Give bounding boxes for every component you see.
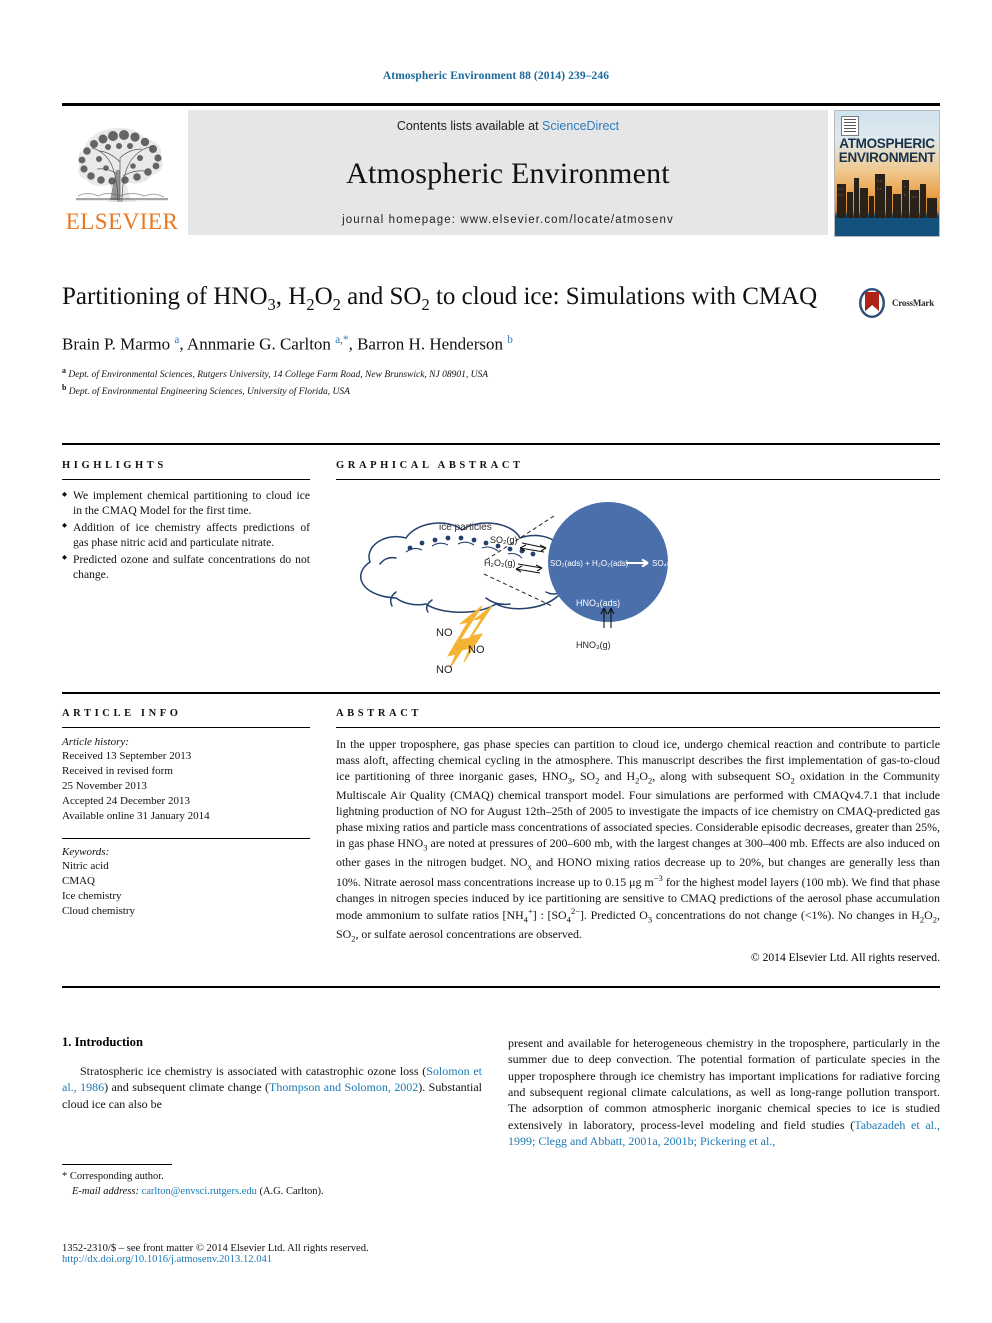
history-line: Available online 31 January 2014 [62,809,210,822]
issn-copyright-line: 1352-2310/$ – see front matter © 2014 El… [62,1243,369,1254]
graphical-abstract-heading: GRAPHICAL ABSTRACT [336,460,524,471]
keyword-item: Cloud chemistry [62,904,136,917]
article-info-section: ARTICLE INFO Article history: Received 1… [62,708,310,919]
section-heading-introduction: 1. Introduction [62,1035,143,1049]
graphical-abstract-figure: ice particles NO NO NO SO₂(g) H₂O₂(g) SO… [336,488,940,676]
abstract-copyright: © 2014 Elsevier Ltd. All rights reserved… [750,950,940,964]
keywords-label: Keywords: [62,845,110,858]
crossmark-label: CrossMark [892,298,935,308]
keyword-item: CMAQ [62,874,96,887]
footnote-divider [62,1164,172,1165]
elsevier-tree-icon [70,118,174,210]
highlights-heading: HIGHLIGHTS [62,460,167,471]
hno3-ads-label: HNO₃(ads) [576,598,620,608]
introduction-column-right: present and available for heterogeneous … [508,1035,940,1149]
list-item: Addition of ice chemistry affects predic… [62,520,310,551]
affiliation-b: b Dept. of Environmental Engineering Sci… [62,383,350,398]
cover-title-line2: ENVIRONMENT [838,149,936,165]
divider-above-highlights [62,443,940,445]
introduction-column-left: 1. Introduction Stratospheric ice chemis… [62,1035,482,1112]
journal-band: Contents lists available at ScienceDirec… [188,110,828,235]
page-title: Partitioning of HNO3, H2O2 and SO2 to cl… [62,283,818,314]
highlights-rule [62,479,310,480]
no-label-3: NO [436,664,453,673]
cloud-ice-partitioning-diagram: ice particles NO NO NO SO₂(g) H₂O₂(g) SO… [360,502,685,676]
corresponding-author-footnote: * Corresponding author. E-mail address: … [62,1164,482,1199]
graphical-abstract-rule [336,479,940,480]
page-footer: 1352-2310/$ – see front matter © 2014 El… [62,1243,662,1265]
email-line: E-mail address: carlton@envsci.rutgers.e… [62,1185,482,1200]
article-info-heading: ARTICLE INFO [62,708,182,719]
h2o2-gas-label: H₂O₂(g) [484,558,516,568]
crossmark-icon [859,288,885,318]
history-line: Received 13 September 2013 [62,750,192,762]
email-link[interactable]: carlton@envsci.rutgers.edu [142,1186,257,1197]
article-info-rule [62,727,310,728]
cover-publisher-mark-icon [841,116,859,136]
highlight-text: We implement chemical partitioning to cl… [73,489,310,518]
sciencedirect-link[interactable]: ScienceDirect [542,119,619,133]
crossmark-badge[interactable]: CrossMark [856,286,942,320]
no-label-2: NO [468,644,485,656]
cover-title: ATMOSPHERIC ENVIRONMENT [835,137,939,165]
no-label-1: NO [436,627,453,639]
cover-cityscape-illustration [835,174,939,236]
affiliation-b-text: Dept. of Environmental Engineering Scien… [68,387,350,398]
so2-gas-label: SO₂(g) [490,535,518,545]
keywords-rule [62,837,310,839]
article-first-page: Atmospheric Environment 88 (2014) 239–24… [0,0,992,1323]
journal-title: Atmospheric Environment [346,156,670,190]
oxidation-product-label: SO₄(ads) [652,559,685,568]
abstract-rule [336,727,940,728]
intro-paragraph-right: present and available for heterogeneous … [508,1036,940,1148]
affiliation-a-text: Dept. of Environmental Sciences, Rutgers… [68,369,489,380]
elsevier-wordmark: ELSEVIER [65,209,179,234]
highlights-list: We implement chemical partitioning to cl… [62,488,310,582]
journal-homepage-link[interactable]: journal homepage: www.elsevier.com/locat… [342,214,674,226]
graphical-abstract-section: GRAPHICAL ABSTRACT ice particles NO NO N… [336,460,940,676]
highlights-section: HIGHLIGHTS We implement chemical partiti… [62,460,310,583]
cover-title-line1: ATMOSPHERIC [839,136,935,151]
article-history-label: Article history: [62,736,129,748]
journal-masthead: ELSEVIER Contents lists available at Sci… [62,103,940,237]
divider-above-article-info [62,692,940,694]
elsevier-logo: ELSEVIER [62,110,182,235]
hno3-gas-label: HNO₃(g) [576,640,611,650]
keyword-item: Nitric acid [62,859,109,872]
history-line: Accepted 24 December 2013 [62,794,190,807]
running-head: Atmospheric Environment 88 (2014) 239–24… [382,70,610,82]
keyword-item: Ice chemistry [62,889,122,902]
highlight-text: Addition of ice chemistry affects predic… [73,520,310,550]
oxidation-reaction-label: SO₂(ads) + H₂O₂(ads) [550,559,629,568]
history-line: 25 November 2013 [62,779,147,792]
journal-cover-thumbnail: ATMOSPHERIC ENVIRONMENT [834,110,940,237]
abstract-heading: ABSTRACT [336,708,422,719]
list-item: Predicted ozone and sulfate concentratio… [62,552,310,583]
doi-link[interactable]: http://dx.doi.org/10.1016/j.atmosenv.201… [62,1254,662,1265]
intro-paragraph-left: Stratospheric ice chemistry is associate… [62,1064,482,1111]
divider-below-abstract [62,986,940,988]
title-block: Partitioning of HNO3, H2O2 and SO2 to cl… [62,282,852,400]
contents-available-line: Contents lists available at ScienceDirec… [397,119,619,133]
ice-particles-label: ice particles [439,522,492,533]
contents-prefix: Contents lists available at [396,119,543,133]
abstract-body: In the upper troposphere, gas phase spec… [336,737,940,944]
abstract-section: ABSTRACT In the upper troposphere, gas p… [336,708,940,964]
highlight-text: Predicted ozone and sulfate concentratio… [73,552,310,582]
history-line: Received in revised form [62,764,173,777]
author-list: Brain P. Marmo a, Annmarie G. Carlton a,… [62,334,513,354]
email-owner: (A.G. Carlton). [259,1185,324,1197]
affiliation-a: a Dept. of Environmental Sciences, Rutge… [62,365,489,380]
affiliations: a Dept. of Environmental Sciences, Rutge… [62,365,852,400]
list-item: We implement chemical partitioning to cl… [62,488,310,519]
corresponding-author-line: * Corresponding author. [62,1171,164,1182]
email-label: E-mail address: [72,1185,139,1197]
